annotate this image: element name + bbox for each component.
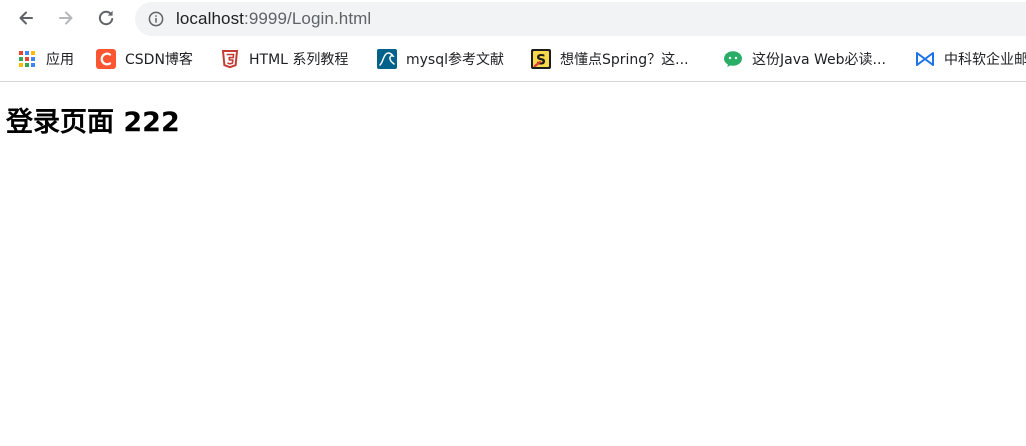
bookmark-label: 这份Java Web必读... — [752, 52, 886, 68]
wechat-icon — [723, 49, 743, 69]
url-text[interactable]: localhost:9999/Login.html — [176, 9, 371, 29]
bookmark-spring[interactable]: S 想懂点Spring？这... — [531, 48, 689, 70]
html5-icon — [220, 49, 240, 69]
mysql-icon — [377, 49, 397, 69]
apps-grid-icon — [17, 49, 37, 69]
page-content: 登录页面 222 — [0, 82, 1026, 446]
bookmarks-bar: 应用 CSDN博客 HTML 系列教程 mysql参考文献 S 想懂点Sprin… — [0, 38, 1026, 82]
forward-button[interactable] — [51, 3, 81, 33]
bookmark-label: 中科软企业邮 — [944, 52, 1026, 68]
arrow-right-icon — [59, 11, 73, 25]
bookmark-label: 应用 — [46, 52, 74, 68]
info-icon[interactable] — [148, 11, 164, 27]
bookmark-wechat[interactable]: 这份Java Web必读... — [723, 48, 886, 70]
spring-icon: S — [531, 49, 551, 69]
bookmark-mysql[interactable]: mysql参考文献 — [377, 48, 504, 70]
bowtie-icon — [915, 49, 935, 69]
url-host: localhost — [176, 9, 244, 28]
csdn-icon — [96, 49, 116, 69]
bookmark-label: HTML 系列教程 — [249, 52, 349, 68]
arrow-left-icon — [19, 11, 33, 25]
url-path: :9999/Login.html — [244, 9, 372, 28]
address-bar[interactable]: localhost:9999/Login.html — [135, 2, 1026, 36]
reload-button[interactable] — [91, 3, 121, 33]
svg-text:S: S — [536, 53, 546, 69]
bookmark-label: CSDN博客 — [125, 52, 193, 68]
bookmark-html[interactable]: HTML 系列教程 — [220, 48, 348, 70]
bookmark-label: mysql参考文献 — [406, 52, 504, 68]
bookmark-csdn[interactable]: CSDN博客 — [96, 48, 193, 70]
bookmark-label: 想懂点Spring？这... — [560, 52, 689, 68]
bookmark-zhongkeruan[interactable]: 中科软企业邮 — [915, 48, 1026, 70]
page-title: 登录页面 222 — [6, 107, 180, 138]
reload-icon — [98, 10, 114, 26]
back-button[interactable] — [11, 3, 41, 33]
bookmark-apps[interactable]: 应用 — [17, 48, 74, 70]
browser-toolbar: localhost:9999/Login.html — [0, 0, 1026, 38]
